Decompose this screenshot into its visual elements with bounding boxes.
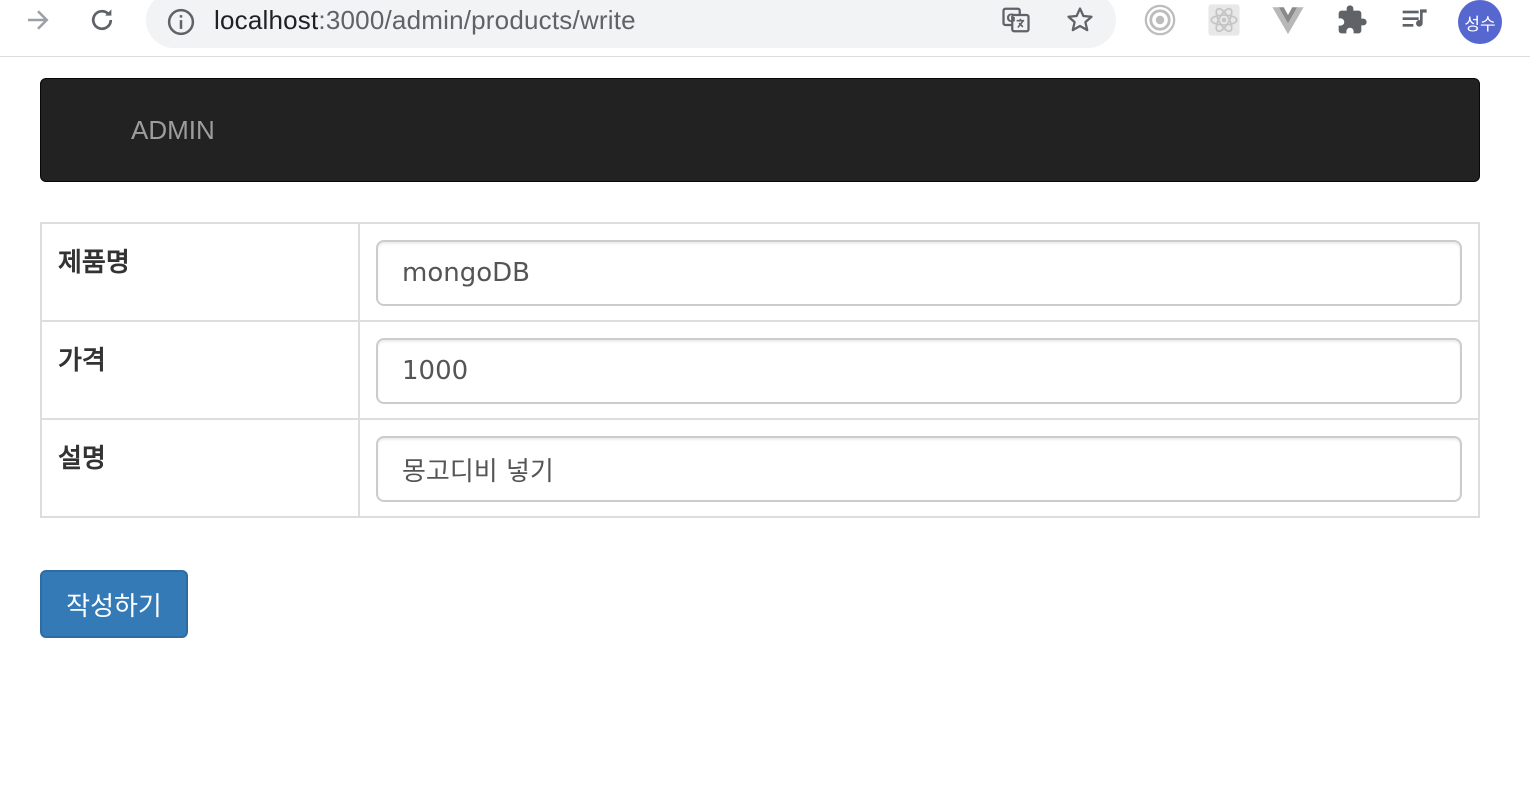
url-path: :3000/admin/products/write — [318, 5, 636, 35]
extensions-button[interactable] — [1334, 2, 1370, 38]
translate-button[interactable]: G — [1000, 4, 1032, 36]
table-row: 설명 — [40, 418, 1480, 518]
description-cell — [358, 418, 1480, 518]
url-host: localhost — [214, 5, 319, 35]
price-input[interactable] — [376, 338, 1462, 404]
navbar-brand[interactable]: ADMIN — [131, 115, 215, 146]
media-queue-icon — [1402, 9, 1427, 27]
react-devtools-icon — [1208, 4, 1240, 36]
bookmark-star-icon — [1067, 7, 1093, 32]
extension-target-button[interactable] — [1142, 2, 1178, 38]
price-label: 가격 — [40, 320, 360, 420]
table-row: 가격 — [40, 320, 1480, 420]
profile-avatar[interactable]: 성수 — [1458, 0, 1502, 44]
description-input[interactable] — [376, 436, 1462, 502]
product-name-label: 제품명 — [40, 222, 360, 322]
address-bar[interactable]: localhost:3000/admin/products/write G — [146, 0, 1116, 48]
vue-devtools-icon — [1272, 7, 1304, 35]
product-name-input[interactable] — [376, 240, 1462, 306]
translate-icon: G — [1002, 7, 1030, 33]
product-name-cell — [358, 222, 1480, 322]
table-row: 제품명 — [40, 222, 1480, 322]
forward-arrow-icon — [28, 10, 49, 30]
admin-navbar: ADMIN — [40, 78, 1480, 182]
vue-devtools-button[interactable] — [1270, 2, 1306, 38]
description-label: 설명 — [40, 418, 360, 518]
browser-toolbar: localhost:3000/admin/products/write G 성수 — [0, 0, 1530, 57]
reload-button[interactable] — [82, 0, 122, 40]
submit-button[interactable]: 작성하기 — [40, 570, 188, 638]
svg-text:G: G — [1006, 12, 1015, 25]
reload-icon — [91, 9, 113, 31]
product-form-table: 제품명 가격 설명 — [40, 222, 1480, 518]
info-icon[interactable] — [166, 7, 196, 37]
bookmark-button[interactable] — [1064, 4, 1096, 36]
extensions-puzzle-icon — [1338, 5, 1367, 34]
extension-target-icon — [1144, 4, 1176, 36]
media-queue-button[interactable] — [1398, 2, 1434, 38]
price-cell — [358, 320, 1480, 420]
forward-button[interactable] — [18, 0, 58, 40]
react-devtools-button[interactable] — [1206, 2, 1242, 38]
url-text[interactable]: localhost:3000/admin/products/write — [214, 5, 636, 36]
